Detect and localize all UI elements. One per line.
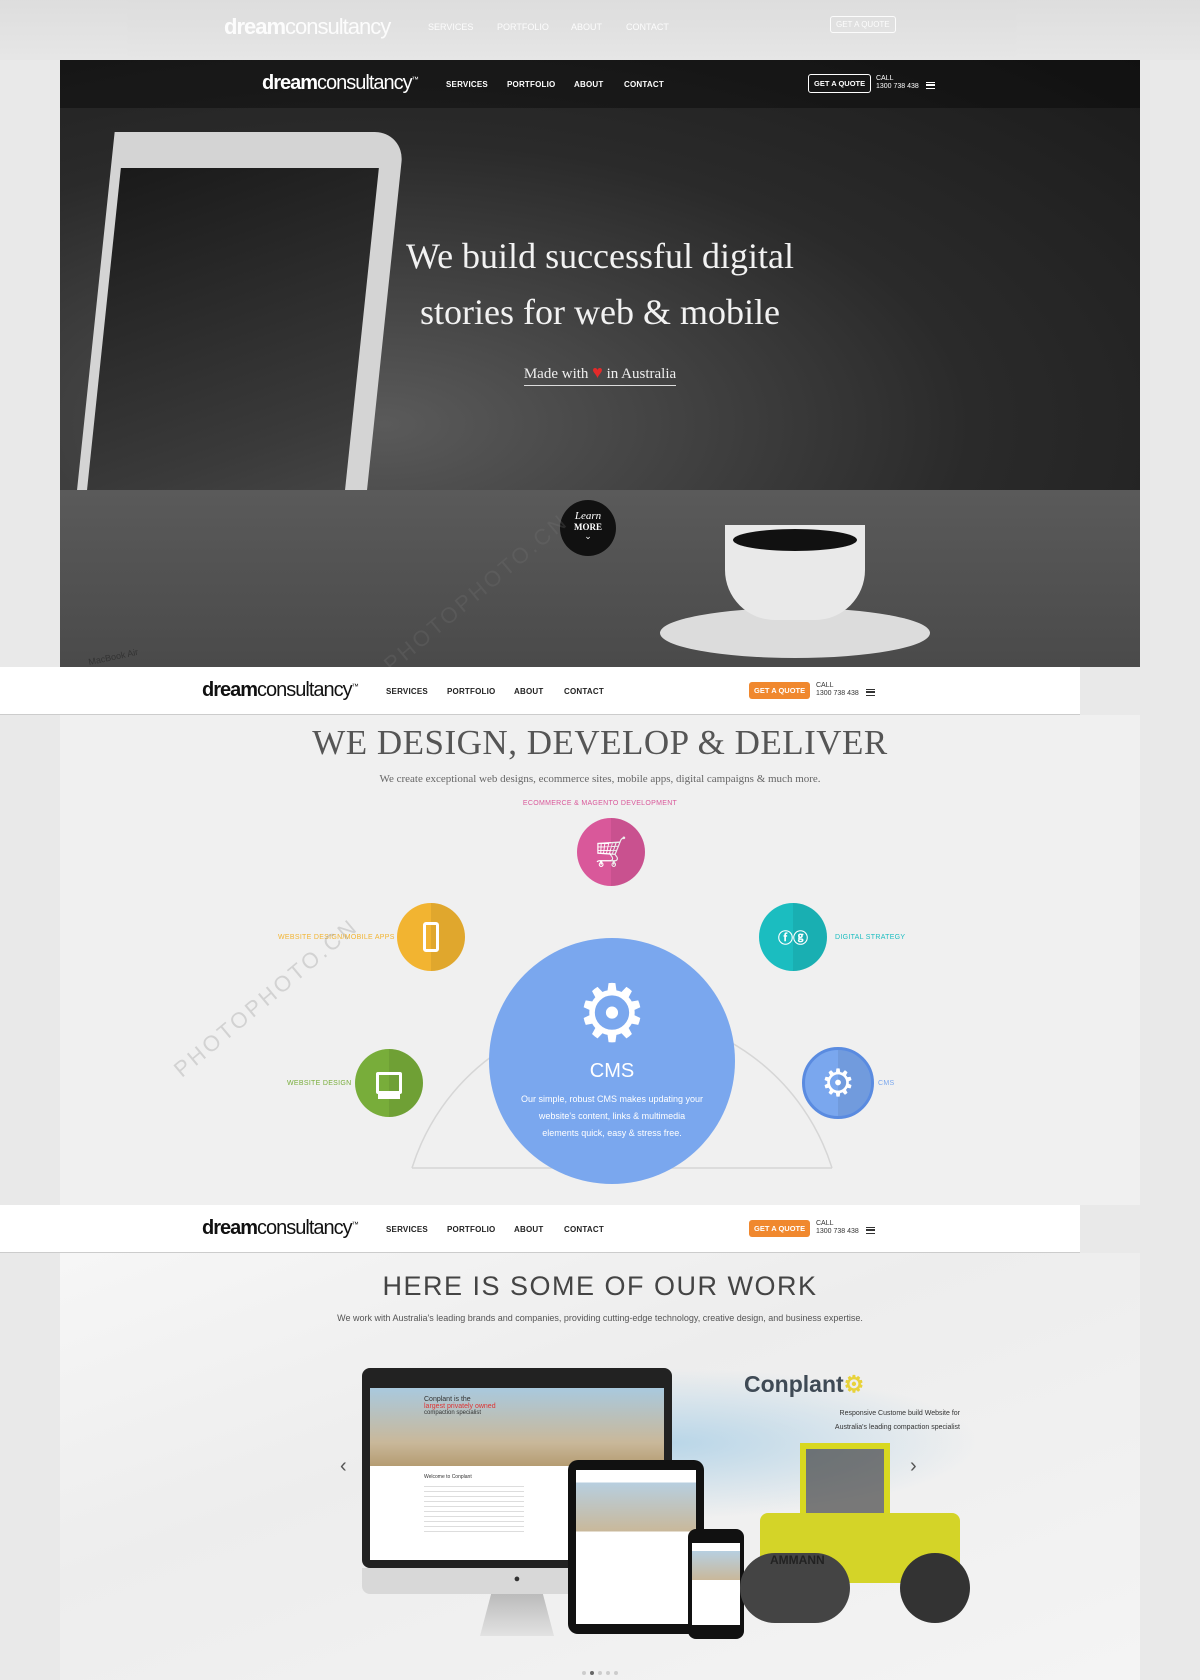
cms-feature-circle: ⚙︎ CMS Our simple, robust CMS makes upda… [489, 938, 735, 1184]
label-website-design: WEBSITE DESIGN [287, 1080, 352, 1087]
menu-icon[interactable] [866, 1227, 875, 1234]
dot-active[interactable] [590, 1671, 594, 1675]
work-title: HERE IS SOME OF OUR WORK [382, 1271, 818, 1301]
ghost-logo: dreamconsultancy [224, 14, 391, 39]
dot[interactable] [606, 1671, 610, 1675]
nav-about[interactable]: ABOUT [514, 1225, 543, 1234]
dot[interactable] [614, 1671, 618, 1675]
get-quote-button[interactable]: GET A QUOTE [808, 74, 872, 93]
project-logo: Conplant⚙︎ [744, 1371, 865, 1397]
call-info: CALL 1300 738 438 [816, 1220, 859, 1235]
label-ecommerce: ECOMMERCE & MAGENTO DEVELOPMENT [522, 800, 678, 807]
logo[interactable]: dreamconsultancy™ [262, 72, 419, 95]
project-description: Responsive Custome build Website for Aust… [834, 1410, 960, 1431]
desktop-stand [480, 1594, 554, 1636]
service-ecommerce[interactable]: 🛒︎ [577, 818, 645, 886]
carousel-dots[interactable] [60, 1662, 1140, 1680]
nav-services[interactable]: SERVICES [386, 1225, 428, 1234]
gear-icon: ⚙︎ [843, 1371, 865, 1397]
carousel-prev-button[interactable]: ‹ [340, 1455, 347, 1478]
ghost-nav-about: ABOUT [571, 22, 603, 32]
nav-contact[interactable]: CONTACT [564, 687, 604, 696]
dot[interactable] [598, 1671, 602, 1675]
cart-icon: 🛒︎ [591, 835, 631, 869]
service-mobile[interactable] [397, 903, 465, 971]
feature-title: CMS [589, 1060, 635, 1082]
gear-icon: ⚙︎ [576, 969, 648, 1058]
nav-portfolio[interactable]: PORTFOLIO [447, 1225, 495, 1234]
logo[interactable]: dreamconsultancy™ [202, 1217, 359, 1240]
logo[interactable]: dreamconsultancy™ [202, 679, 359, 702]
work-subtitle: We work with Australia's leading brands … [337, 1313, 863, 1323]
nav-contact[interactable]: CONTACT [564, 1225, 604, 1234]
made-in-australia: Made with ♥ in Australia [60, 362, 1140, 386]
tablet-mockup [568, 1460, 704, 1634]
mobile-icon [423, 922, 439, 952]
hero-section: MacBook Air dreamconsultancy™ SERVICES P… [60, 60, 1140, 667]
get-quote-button[interactable]: GET A QUOTE [749, 682, 811, 699]
get-quote-button[interactable]: GET A QUOTE [749, 1220, 811, 1237]
feature-description: Our simple, robust CMS makes updating yo… [520, 1094, 704, 1138]
roller-image: AMMANN [740, 1443, 980, 1623]
nav-about[interactable]: ABOUT [574, 80, 603, 89]
menu-icon[interactable] [926, 82, 935, 89]
phone-mockup [688, 1529, 744, 1639]
gear-icon: ⚙︎ [820, 1062, 856, 1105]
coffee-cup-image [725, 525, 865, 620]
menu-icon[interactable] [866, 689, 875, 696]
sticky-nav: dreamconsultancy™ SERVICES PORTFOLIO ABO… [0, 667, 1080, 715]
chevron-down-icon: ⌄ [584, 531, 592, 541]
carousel-next-button[interactable]: › [910, 1455, 917, 1478]
hero-title: We build successful digital stories for w… [405, 236, 795, 332]
nav-portfolio[interactable]: PORTFOLIO [507, 80, 555, 89]
service-cms[interactable]: ⚙︎ [802, 1047, 874, 1119]
service-digital-strategy[interactable]: ⓕⓖ [759, 903, 827, 971]
heart-icon: ♥ [592, 362, 603, 382]
label-digital-strategy: DIGITAL STRATEGY [835, 934, 906, 941]
sticky-nav-work: dreamconsultancy™ SERVICES PORTFOLIO ABO… [0, 1205, 1080, 1253]
label-cms: CMS [878, 1080, 895, 1087]
call-info: CALL 1300 738 438 [816, 682, 859, 697]
dot[interactable] [582, 1671, 586, 1675]
service-website-design[interactable] [355, 1049, 423, 1117]
work-section: HERE IS SOME OF OUR WORK We work with Au… [60, 1253, 1140, 1680]
nav-about[interactable]: ABOUT [514, 687, 543, 696]
call-info: CALL 1300 738 438 [876, 75, 919, 90]
background-header: dreamconsultancy SERVICES PORTFOLIO ABOU… [0, 0, 1200, 60]
services-section: WE DESIGN, DEVELOP & DELIVER We create e… [60, 715, 1140, 1205]
nav-contact[interactable]: CONTACT [624, 80, 664, 89]
ghost-nav-services: SERVICES [428, 22, 474, 32]
roller-brand: AMMANN [770, 1553, 825, 1567]
hero-nav: dreamconsultancy™ SERVICES PORTFOLIO ABO… [60, 60, 1140, 108]
nav-portfolio[interactable]: PORTFOLIO [447, 687, 495, 696]
ghost-nav-contact: CONTACT [626, 22, 669, 32]
social-icon: ⓕⓖ [777, 929, 808, 947]
monitor-icon [376, 1072, 402, 1094]
ghost-nav-portfolio: PORTFOLIO [497, 22, 549, 32]
nav-services[interactable]: SERVICES [386, 687, 428, 696]
ghost-quote: GET A QUOTE [830, 16, 896, 33]
nav-services[interactable]: SERVICES [446, 80, 488, 89]
